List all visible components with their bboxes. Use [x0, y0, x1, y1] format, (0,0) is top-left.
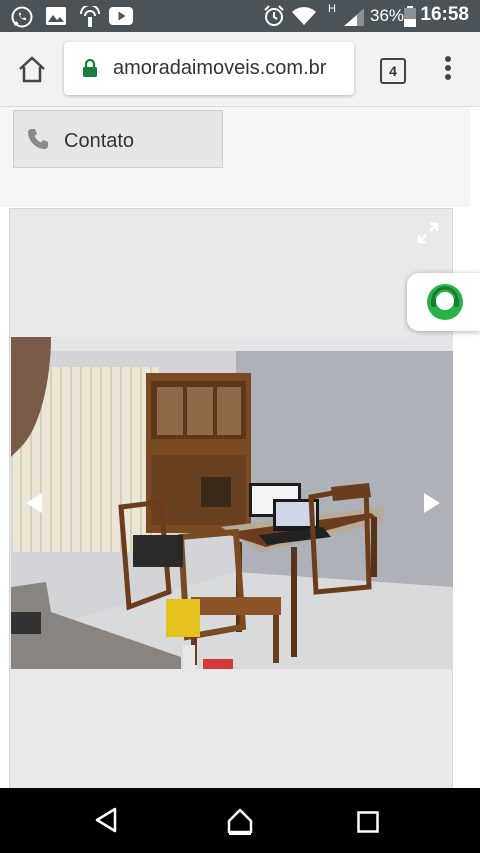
- cell-signal-icon: [344, 8, 364, 26]
- clock: 16:58: [420, 4, 469, 25]
- battery-icon: [404, 6, 416, 27]
- next-arrow-icon[interactable]: [422, 492, 442, 514]
- photo-gallery: [9, 208, 453, 788]
- page-content: Contato: [0, 107, 480, 788]
- chat-agent-icon: [427, 284, 463, 320]
- property-photo[interactable]: [11, 337, 453, 669]
- overflow-menu-icon[interactable]: [443, 56, 453, 86]
- address-bar[interactable]: amoradaimoveis.com.br: [64, 42, 354, 95]
- back-icon[interactable]: [93, 807, 119, 833]
- browser-toolbar: amoradaimoveis.com.br 4: [0, 32, 480, 107]
- youtube-icon: [109, 7, 133, 25]
- alarm-icon: [264, 5, 284, 26]
- expand-icon[interactable]: [416, 221, 440, 245]
- lock-icon: [83, 58, 97, 77]
- home-icon[interactable]: [226, 807, 254, 835]
- battery-percent: 36%: [370, 6, 405, 25]
- url-text: amoradaimoveis.com.br: [113, 57, 327, 79]
- wifi-calling-icon: [80, 6, 100, 27]
- image-icon: [46, 7, 66, 25]
- page-header: Contato: [0, 107, 470, 207]
- phone-icon: [28, 129, 48, 149]
- contact-button[interactable]: Contato: [13, 110, 223, 168]
- browser-home-icon[interactable]: [16, 54, 48, 86]
- signal-type-label: H: [328, 3, 336, 15]
- recents-icon[interactable]: [357, 811, 379, 833]
- chat-widget-button[interactable]: [407, 273, 480, 331]
- contact-label: Contato: [64, 130, 135, 152]
- tab-switcher-button[interactable]: 4: [380, 58, 406, 84]
- system-nav-bar: [0, 788, 480, 853]
- wifi-icon: [292, 7, 316, 25]
- prev-arrow-icon[interactable]: [24, 492, 44, 514]
- status-bar: H 36% 16:58: [0, 0, 480, 32]
- whatsapp-icon: [11, 6, 33, 28]
